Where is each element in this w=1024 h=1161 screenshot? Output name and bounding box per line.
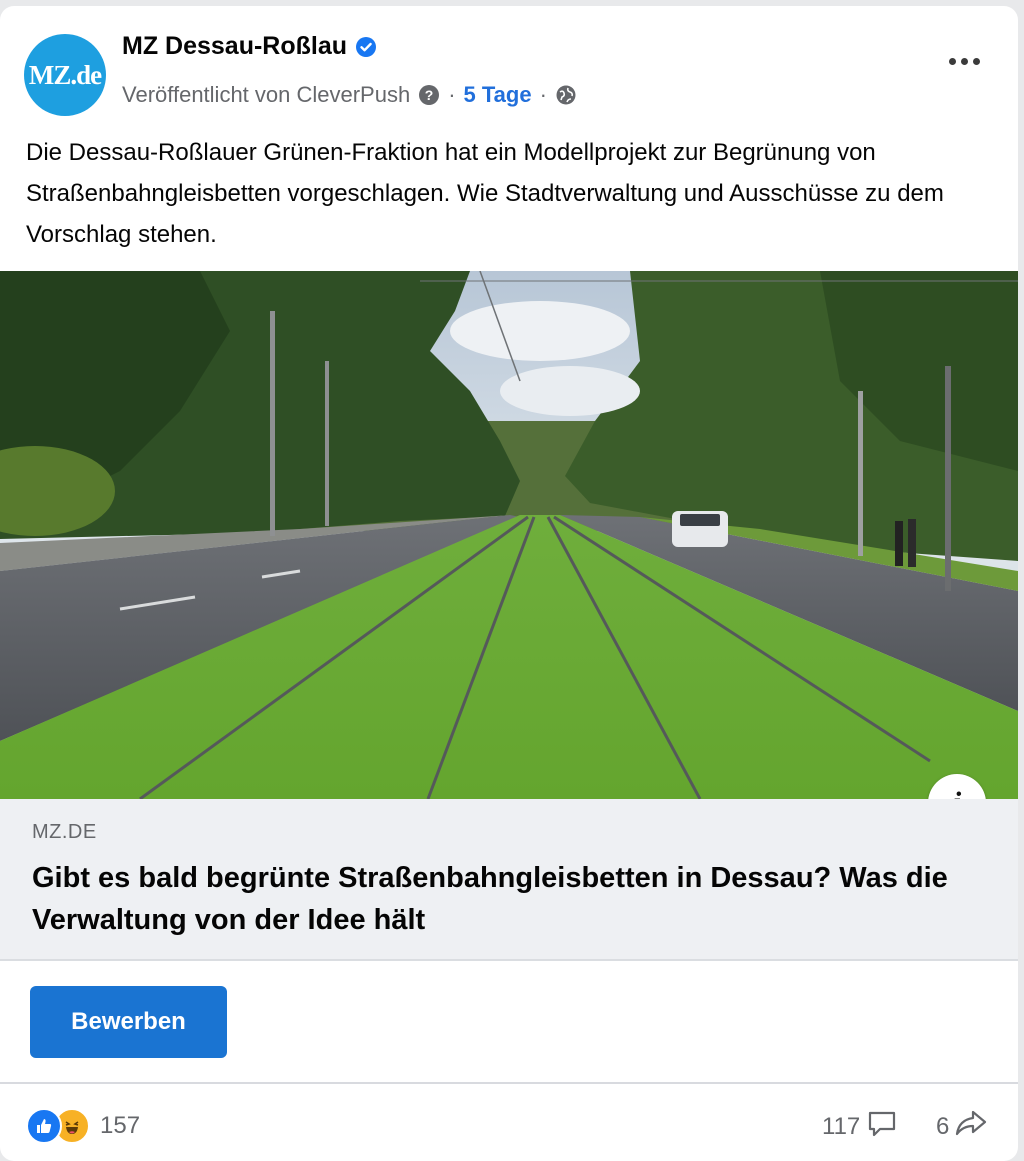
- link-preview[interactable]: MZ.DE Gibt es bald begrünte Straßenbahng…: [0, 799, 1018, 959]
- apply-button[interactable]: Bewerben: [30, 986, 227, 1058]
- like-reaction-icon: [26, 1108, 62, 1144]
- post-image[interactable]: [0, 271, 1018, 799]
- divider: [0, 959, 1018, 961]
- divider: [0, 1082, 1018, 1084]
- page-name-link[interactable]: MZ Dessau-Roßlau: [122, 32, 347, 61]
- post-meta: Veröffentlicht von CleverPush ? · 5 Tage…: [122, 82, 577, 108]
- verified-badge-icon: [355, 36, 377, 58]
- svg-text:?: ?: [425, 87, 434, 103]
- post-time-link[interactable]: 5 Tage: [464, 82, 532, 108]
- avatar-logo-text: MZ.de: [28, 59, 102, 90]
- comments-summary[interactable]: 117: [822, 1108, 898, 1145]
- meta-separator: ·: [448, 82, 456, 107]
- published-by-text: Veröffentlicht von CleverPush: [122, 82, 411, 107]
- page-avatar[interactable]: MZ.de: [24, 34, 106, 116]
- share-count: 6: [936, 1112, 950, 1140]
- comment-icon: [866, 1108, 898, 1145]
- share-icon: [953, 1108, 989, 1145]
- post-card: MZ.de MZ Dessau-Roßlau Veröffentlicht vo…: [0, 6, 1018, 1161]
- link-domain: MZ.DE: [32, 821, 97, 843]
- post-text: Die Dessau-Roßlauer Grünen-Fraktion hat …: [26, 139, 944, 248]
- comment-count: 117: [822, 1112, 861, 1140]
- page-name-row: MZ Dessau-Roßlau: [122, 32, 377, 61]
- reactions-summary[interactable]: 157: [26, 1108, 140, 1144]
- question-mark-icon[interactable]: ?: [418, 84, 440, 106]
- globe-icon: [555, 84, 577, 106]
- reaction-count: 157: [100, 1112, 141, 1139]
- more-dots-icon[interactable]: [949, 58, 980, 65]
- link-headline[interactable]: Gibt es bald begrünte Straßenbahngleisbe…: [32, 857, 992, 941]
- post-header: MZ.de MZ Dessau-Roßlau Veröffentlicht vo…: [0, 6, 1018, 116]
- shares-summary[interactable]: 6: [936, 1108, 989, 1145]
- meta-separator: ·: [539, 82, 547, 107]
